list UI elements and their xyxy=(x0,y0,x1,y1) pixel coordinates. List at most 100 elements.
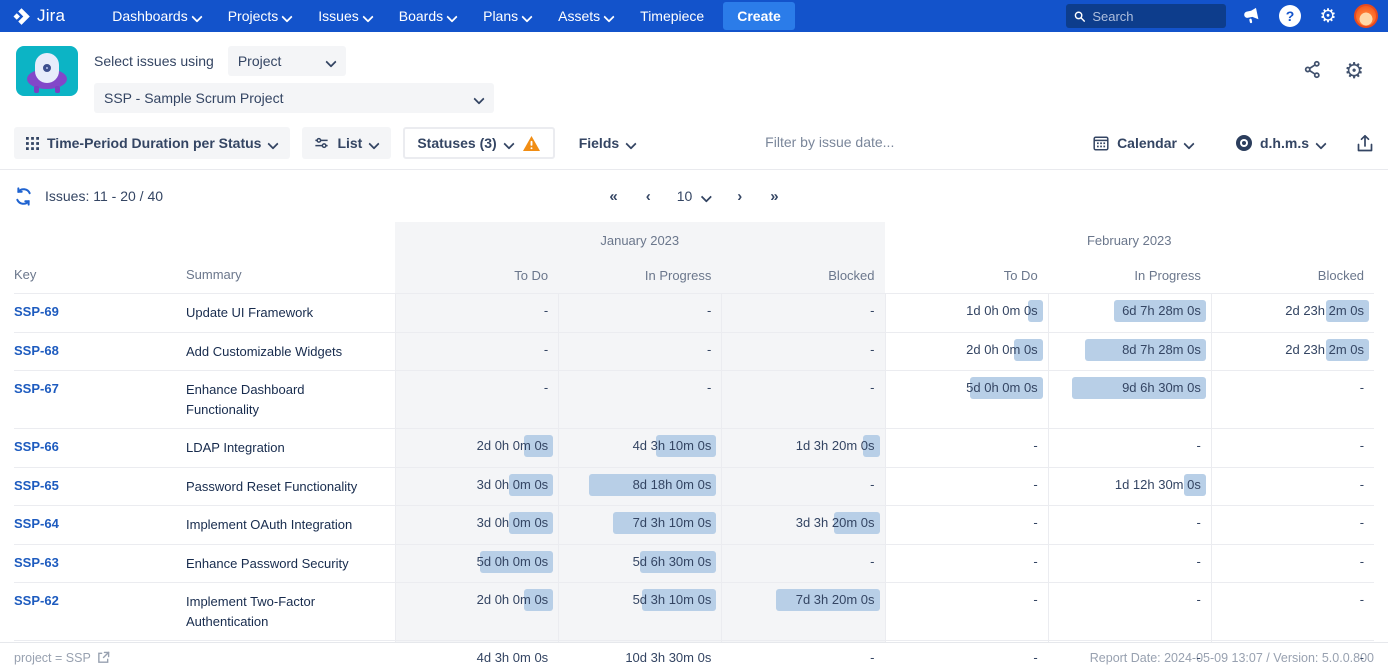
duration-cell: - xyxy=(395,371,558,428)
duration-value: - xyxy=(1360,380,1364,395)
duration-value: - xyxy=(707,342,711,357)
issue-key-link[interactable]: SSP-69 xyxy=(14,304,59,319)
issue-key-link[interactable]: SSP-68 xyxy=(14,343,59,358)
duration-value: 1d 0h 0m 0s xyxy=(966,303,1038,318)
duration-value: 9d 6h 30m 0s xyxy=(1122,380,1201,395)
jira-logo[interactable]: Jira xyxy=(12,6,65,26)
duration-value: - xyxy=(870,342,874,357)
duration-value: - xyxy=(870,477,874,492)
duration-cell: 1d 3h 20m 0s xyxy=(721,429,884,467)
duration-value: 4d 3h 10m 0s xyxy=(633,438,712,453)
page-size-select[interactable]: 10 xyxy=(669,184,720,208)
duration-cell: 5d 0h 0m 0s xyxy=(885,371,1048,428)
refresh-icon[interactable] xyxy=(14,187,33,206)
report-settings-gear-icon[interactable]: ⚙ xyxy=(1344,60,1364,83)
issue-key-link[interactable]: SSP-66 xyxy=(14,439,59,454)
prev-page-button[interactable]: ‹ xyxy=(636,184,661,209)
duration-value: 1d 12h 30m 0s xyxy=(1115,477,1201,492)
fields-select[interactable]: Fields xyxy=(567,127,648,159)
announcements-icon[interactable] xyxy=(1240,4,1264,28)
duration-value: - xyxy=(1360,515,1364,530)
nav-item-boards[interactable]: Boards xyxy=(386,0,470,32)
duration-cell: - xyxy=(1048,545,1211,583)
key-column-header[interactable]: Key xyxy=(14,259,186,293)
last-page-button[interactable]: » xyxy=(760,184,788,209)
summary-column-header[interactable]: Summary xyxy=(186,259,395,293)
next-page-button[interactable]: › xyxy=(727,184,752,209)
duration-cell: - xyxy=(721,371,884,428)
duration-cell: 2d 0h 0m 0s xyxy=(395,429,558,467)
duration-cell: 5d 3h 10m 0s xyxy=(558,583,721,640)
jql-filter-link[interactable]: project = SSP xyxy=(14,651,110,665)
nav-item-issues[interactable]: Issues xyxy=(305,0,385,32)
status-column-header[interactable]: In Progress xyxy=(1048,259,1211,293)
duration-cell: 8d 18h 0m 0s xyxy=(558,468,721,506)
nav-menu: DashboardsProjectsIssuesBoardsPlansAsset… xyxy=(99,0,717,32)
app-header: Select issues using Project SSP - Sample… xyxy=(0,32,1388,121)
issue-key-link[interactable]: SSP-62 xyxy=(14,593,59,608)
issue-source-select[interactable]: Project xyxy=(228,46,346,76)
table-row: SSP-69Update UI Framework---1d 0h 0m 0s6… xyxy=(14,293,1374,332)
table-row: SSP-66LDAP Integration2d 0h 0m 0s4d 3h 1… xyxy=(14,428,1374,467)
chevron-down-icon xyxy=(364,12,373,21)
status-column-header[interactable]: Blocked xyxy=(721,259,884,293)
issue-summary: Update UI Framework xyxy=(186,305,313,320)
issue-date-filter-input[interactable] xyxy=(765,134,985,150)
create-button[interactable]: Create xyxy=(723,2,795,30)
duration-value: - xyxy=(1033,554,1037,569)
help-icon[interactable]: ? xyxy=(1278,4,1302,28)
statuses-select[interactable]: Statuses (3) xyxy=(403,127,554,159)
month-group-label: January 2023 xyxy=(395,222,885,259)
issue-key-link[interactable]: SSP-63 xyxy=(14,555,59,570)
user-avatar[interactable] xyxy=(1354,4,1378,28)
status-column-header[interactable]: In Progress xyxy=(558,259,721,293)
nav-search[interactable] xyxy=(1066,4,1226,28)
duration-value: 3d 0h 0m 0s xyxy=(477,515,549,530)
time-units-select[interactable]: d.h.m.s xyxy=(1224,127,1338,159)
search-input[interactable] xyxy=(1092,9,1218,24)
duration-cell: 2d 23h 2m 0s xyxy=(1211,294,1374,332)
status-column-header[interactable]: Blocked xyxy=(1211,259,1374,293)
duration-value: - xyxy=(707,303,711,318)
duration-cell: 8d 7h 28m 0s xyxy=(1048,333,1211,371)
view-mode-select[interactable]: List xyxy=(302,127,391,159)
issue-key-link[interactable]: SSP-67 xyxy=(14,381,59,396)
nav-item-plans[interactable]: Plans xyxy=(470,0,545,32)
duration-cell: 7d 3h 10m 0s xyxy=(558,506,721,544)
duration-cell: 5d 0h 0m 0s xyxy=(395,545,558,583)
duration-cell: 2d 23h 2m 0s xyxy=(1211,333,1374,371)
project-select[interactable]: SSP - Sample Scrum Project xyxy=(94,83,494,113)
duration-cell: - xyxy=(885,506,1048,544)
calendar-icon xyxy=(1093,135,1109,151)
status-column-header[interactable]: To Do xyxy=(395,259,558,293)
report-type-select[interactable]: Time-Period Duration per Status xyxy=(14,127,290,159)
nav-item-dashboards[interactable]: Dashboards xyxy=(99,0,215,32)
nav-item-projects[interactable]: Projects xyxy=(215,0,306,32)
duration-value: 5d 6h 30m 0s xyxy=(633,554,712,569)
issue-date-filter[interactable] xyxy=(765,134,1069,152)
search-icon xyxy=(1074,10,1085,23)
nav-item-timepiece[interactable]: Timepiece xyxy=(627,0,717,32)
warning-icon xyxy=(522,135,541,152)
nav-item-assets[interactable]: Assets xyxy=(545,0,627,32)
export-icon[interactable] xyxy=(1356,134,1374,153)
duration-cell: - xyxy=(885,429,1048,467)
duration-cell: - xyxy=(721,294,884,332)
table-row: SSP-63Enhance Password Security5d 0h 0m … xyxy=(14,544,1374,583)
duration-cell: - xyxy=(1211,583,1374,640)
first-page-button[interactable]: « xyxy=(599,184,627,209)
duration-value: - xyxy=(1033,650,1037,665)
duration-value: - xyxy=(1360,477,1364,492)
duration-cell: - xyxy=(395,333,558,371)
duration-cell: - xyxy=(1048,583,1211,640)
issue-key-link[interactable]: SSP-64 xyxy=(14,516,59,531)
duration-value: - xyxy=(1197,650,1201,665)
duration-value: - xyxy=(544,380,548,395)
share-icon[interactable] xyxy=(1303,60,1322,83)
duration-value: 8d 18h 0m 0s xyxy=(633,477,712,492)
settings-gear-icon[interactable]: ⚙ xyxy=(1316,4,1340,28)
calendar-select[interactable]: Calendar xyxy=(1081,127,1206,159)
issue-key-link[interactable]: SSP-65 xyxy=(14,478,59,493)
report-table: January 2023February 2023 Key Summary To… xyxy=(0,222,1388,672)
status-column-header[interactable]: To Do xyxy=(885,259,1048,293)
